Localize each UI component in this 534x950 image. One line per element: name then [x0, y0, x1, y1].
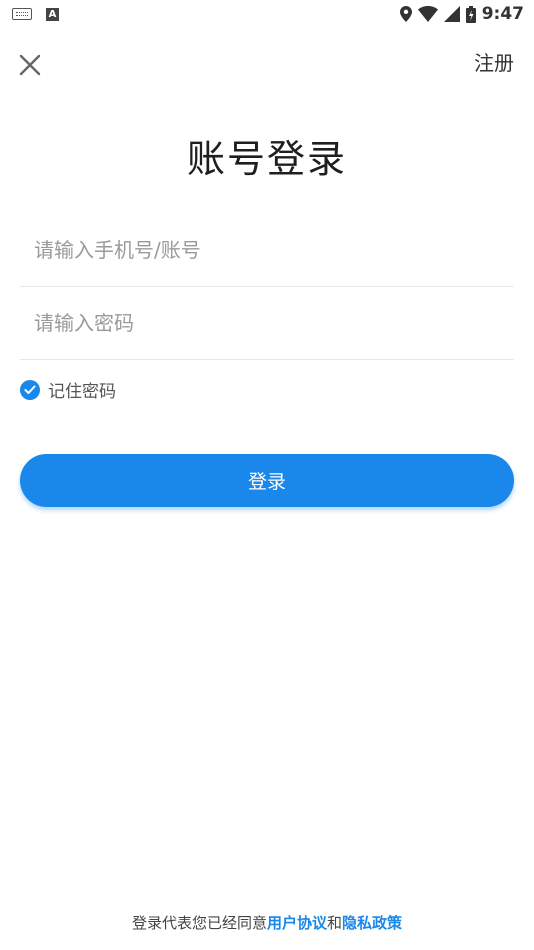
agreement-conjunction: 和 — [327, 914, 343, 932]
account-input[interactable] — [20, 214, 514, 286]
page-title: 账号登录 — [186, 137, 347, 181]
checkbox-checked-icon — [20, 379, 40, 400]
remember-password-checkbox[interactable]: 记住密码 — [20, 377, 116, 402]
checkmark-icon — [24, 385, 36, 394]
a-icon: A — [46, 7, 59, 21]
location-icon — [399, 6, 412, 22]
agreement-notice: 登录代表您已经同意用户协议和隐私政策 — [0, 912, 534, 933]
keyboard-icon — [12, 8, 32, 20]
login-button[interactable]: 登录 — [20, 454, 514, 507]
wifi-icon — [417, 6, 438, 22]
status-bar: A 9:47 — [0, 0, 534, 28]
user-agreement-link[interactable]: 用户协议 — [267, 914, 327, 932]
privacy-policy-link[interactable]: 隐私政策 — [342, 914, 402, 932]
register-link[interactable]: 注册 — [474, 47, 514, 76]
remember-password-label: 记住密码 — [48, 382, 116, 402]
account-field — [20, 214, 514, 287]
close-icon — [19, 54, 41, 76]
agreement-prefix: 登录代表您已经同意 — [131, 914, 267, 932]
close-button[interactable] — [17, 52, 43, 78]
clock-time: 9:47 — [481, 4, 524, 24]
password-input[interactable] — [20, 287, 514, 359]
password-field — [20, 287, 514, 360]
battery-icon — [465, 5, 476, 23]
signal-icon — [443, 6, 460, 22]
